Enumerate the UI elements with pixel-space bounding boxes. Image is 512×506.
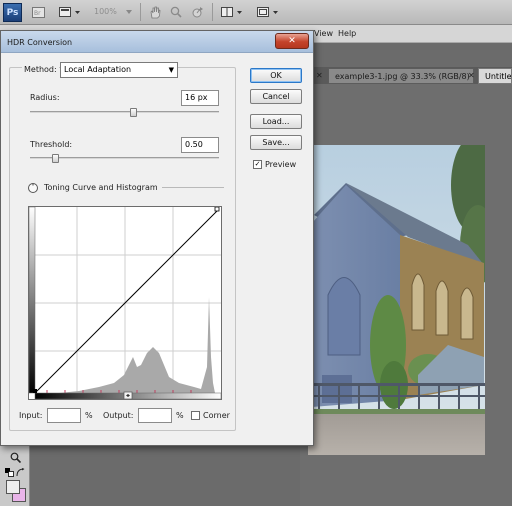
menu-item-help[interactable]: Help bbox=[338, 29, 356, 38]
toolbar-divider bbox=[140, 3, 141, 21]
corner-checkbox[interactable] bbox=[191, 411, 200, 420]
save-button[interactable]: Save... bbox=[250, 135, 302, 150]
threshold-field[interactable]: 0.50 bbox=[181, 137, 219, 153]
zoom-dropdown-icon[interactable] bbox=[124, 4, 134, 20]
method-select-value: Local Adaptation bbox=[64, 65, 132, 74]
input-label: Input: bbox=[19, 411, 43, 420]
view-extras-icon[interactable] bbox=[58, 4, 84, 20]
cancel-button[interactable]: Cancel bbox=[250, 89, 302, 104]
method-label: Method: bbox=[22, 65, 59, 74]
tab-example3[interactable]: example3-1.jpg @ 33.3% (RGB/8) bbox=[328, 68, 474, 84]
histogram bbox=[37, 297, 215, 393]
arrange-documents-icon[interactable] bbox=[220, 4, 246, 20]
output-label: Output: bbox=[103, 411, 134, 420]
threshold-label: Threshold: bbox=[30, 140, 73, 149]
threshold-slider-thumb[interactable] bbox=[51, 154, 59, 163]
toning-curve-graph[interactable] bbox=[28, 206, 222, 400]
close-icon: ✕ bbox=[288, 36, 296, 46]
toning-section-title: Toning Curve and Histogram bbox=[44, 183, 158, 192]
bridge-icon[interactable]: Br bbox=[30, 4, 46, 20]
default-colors-icon[interactable] bbox=[4, 467, 14, 477]
input-field[interactable] bbox=[47, 408, 81, 423]
collapse-icon[interactable]: ˄ bbox=[28, 183, 38, 193]
chevron-down-icon: ▼ bbox=[168, 66, 174, 74]
load-button[interactable]: Load... bbox=[250, 114, 302, 129]
section-divider bbox=[162, 187, 224, 188]
tab-untitled[interactable]: Untitled bbox=[478, 68, 512, 84]
screen-mode-icon[interactable] bbox=[256, 4, 282, 20]
application-toolbar: Ps Br 100% bbox=[0, 0, 512, 25]
close-button[interactable]: ✕ bbox=[275, 33, 309, 49]
output-unit: % bbox=[176, 411, 184, 420]
radius-field[interactable]: 16 px bbox=[181, 90, 219, 106]
zoom-tool-icon[interactable] bbox=[8, 450, 22, 464]
radius-slider-track[interactable] bbox=[30, 111, 219, 113]
zoom-icon[interactable] bbox=[168, 4, 184, 20]
swap-colors-icon[interactable] bbox=[15, 467, 25, 477]
dialog-titlebar[interactable]: HDR Conversion ✕ bbox=[1, 31, 313, 53]
toolbar-divider bbox=[212, 3, 213, 21]
foreground-color-swatch[interactable] bbox=[6, 480, 20, 494]
radius-slider-thumb[interactable] bbox=[130, 108, 138, 117]
tab-close-icon[interactable]: ✕ bbox=[468, 68, 475, 83]
preview-checkbox[interactable]: ✓ bbox=[253, 160, 262, 169]
tab-close-icon[interactable]: ✕ bbox=[316, 68, 323, 83]
photoshop-logo: Ps bbox=[3, 3, 22, 22]
rotate-view-icon[interactable] bbox=[189, 4, 205, 20]
method-select[interactable]: Local Adaptation ▼ bbox=[60, 62, 178, 78]
input-unit: % bbox=[85, 411, 93, 420]
ok-button[interactable]: OK bbox=[250, 68, 302, 83]
preview-label: Preview bbox=[265, 160, 297, 169]
output-field[interactable] bbox=[138, 408, 172, 423]
svg-text:Br: Br bbox=[34, 10, 41, 17]
tone-curve-line bbox=[34, 208, 220, 394]
dialog-title: HDR Conversion bbox=[7, 38, 73, 47]
menu-item-view-fragment[interactable]: View bbox=[314, 29, 333, 38]
radius-label: Radius: bbox=[30, 93, 60, 102]
corner-label: Corner bbox=[203, 411, 230, 420]
hand-icon[interactable] bbox=[147, 4, 163, 20]
church-photo bbox=[308, 145, 485, 455]
tab-label: example3-1.jpg @ 33.3% (RGB/8) bbox=[335, 72, 470, 81]
tab-label: Untitled bbox=[485, 72, 512, 81]
